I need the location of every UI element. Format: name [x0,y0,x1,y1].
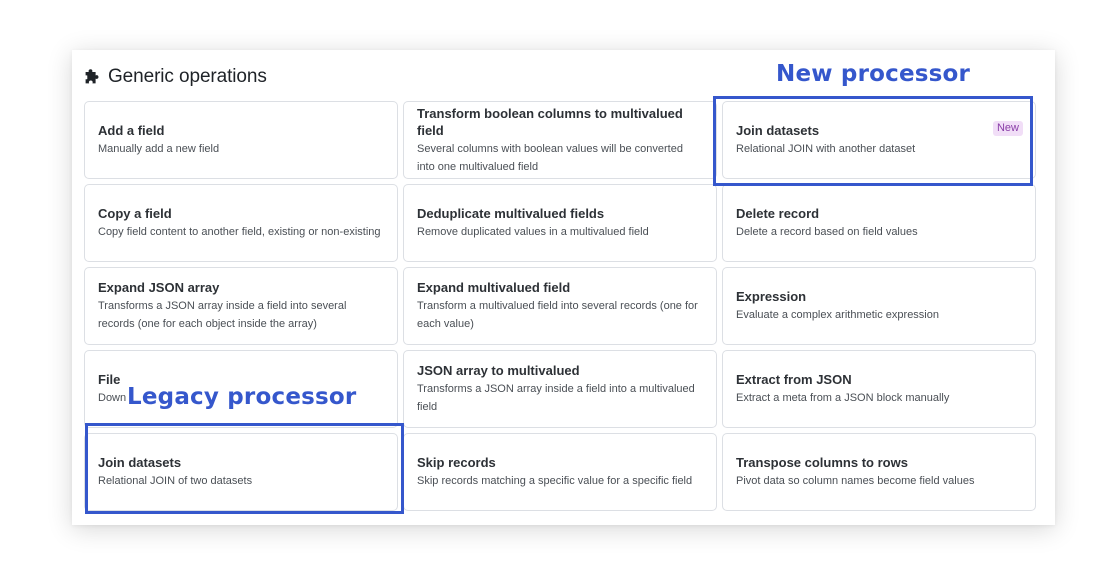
card-transform-boolean-columns[interactable]: Transform boolean columns to multivalued… [403,101,717,179]
card-title: Skip records [417,455,496,470]
card-add-field[interactable]: Add a field Manually add a new field [84,101,398,179]
card-title: Expand multivalued field [417,280,571,295]
card-description: Transform a multivalued field into sever… [417,300,698,330]
card-title: Extract from JSON [736,372,852,387]
card-expand-multivalued[interactable]: Expand multivalued field Transform a mul… [403,267,717,345]
card-skip-records[interactable]: Skip records Skip records matching a spe… [403,433,717,511]
card-description: Transforms a JSON array inside a field i… [98,300,347,330]
card-copy-field[interactable]: Copy a field Copy field content to anoth… [84,184,398,262]
card-description: Transforms a JSON array inside a field i… [417,383,695,413]
card-extract-from-json[interactable]: Extract from JSON Extract a meta from a … [722,350,1036,428]
section-header: Generic operations [84,65,267,89]
card-title: Deduplicate multivalued fields [417,206,605,221]
card-json-array-to-multivalued[interactable]: JSON array to multivalued Transforms a J… [403,350,717,428]
card-title: Transpose columns to rows [736,455,908,470]
card-deduplicate-multivalued[interactable]: Deduplicate multivalued fields Remove du… [403,184,717,262]
card-title: Delete record [736,206,820,221]
card-expression[interactable]: Expression Evaluate a complex arithmetic… [722,267,1036,345]
card-description: Copy field content to another field, exi… [98,226,381,238]
card-title: Join datasets [98,455,182,470]
card-title: Transform boolean columns to multivalued… [417,105,683,138]
legacy-processor-annotation: Legacy processor [127,383,359,411]
card-description: Relational JOIN with another dataset [736,143,916,155]
card-description: Extract a meta from a JSON block manuall… [736,392,950,404]
card-title: Join datasets [736,123,820,138]
card-title: Expression [736,289,807,304]
new-badge: New [992,121,1023,136]
card-title: Expand JSON array [98,280,220,295]
card-expand-json-array[interactable]: Expand JSON array Transforms a JSON arra… [84,267,398,345]
card-description: Pivot data so column names become field … [736,475,975,487]
section-title: Generic operations [108,66,267,87]
operations-grid: Add a field Manually add a new field Tra… [84,101,1036,511]
card-join-datasets-legacy[interactable]: Join datasets Relational JOIN of two dat… [84,433,398,511]
card-delete-record[interactable]: Delete record Delete a record based on f… [722,184,1036,262]
card-title: Copy a field [98,206,172,221]
card-description: Manually add a new field [98,143,220,155]
card-description: Delete a record based on field values [736,226,918,238]
card-description: Skip records matching a specific value f… [417,475,693,487]
card-description: Several columns with boolean values will… [417,142,683,173]
card-title: Add a field [98,123,165,138]
card-title: JSON array to multivalued [417,363,580,378]
card-join-datasets-new[interactable]: Join datasets Relational JOIN with anoth… [722,101,1036,179]
card-description: Remove duplicated values in a multivalue… [417,226,649,238]
new-processor-annotation: New processor [776,61,971,87]
card-description: Relational JOIN of two datasets [98,475,253,487]
card-description: Evaluate a complex arithmetic expression [736,309,939,321]
puzzle-icon [85,69,99,84]
card-transpose-columns-to-rows[interactable]: Transpose columns to rows Pivot data so … [722,433,1036,511]
